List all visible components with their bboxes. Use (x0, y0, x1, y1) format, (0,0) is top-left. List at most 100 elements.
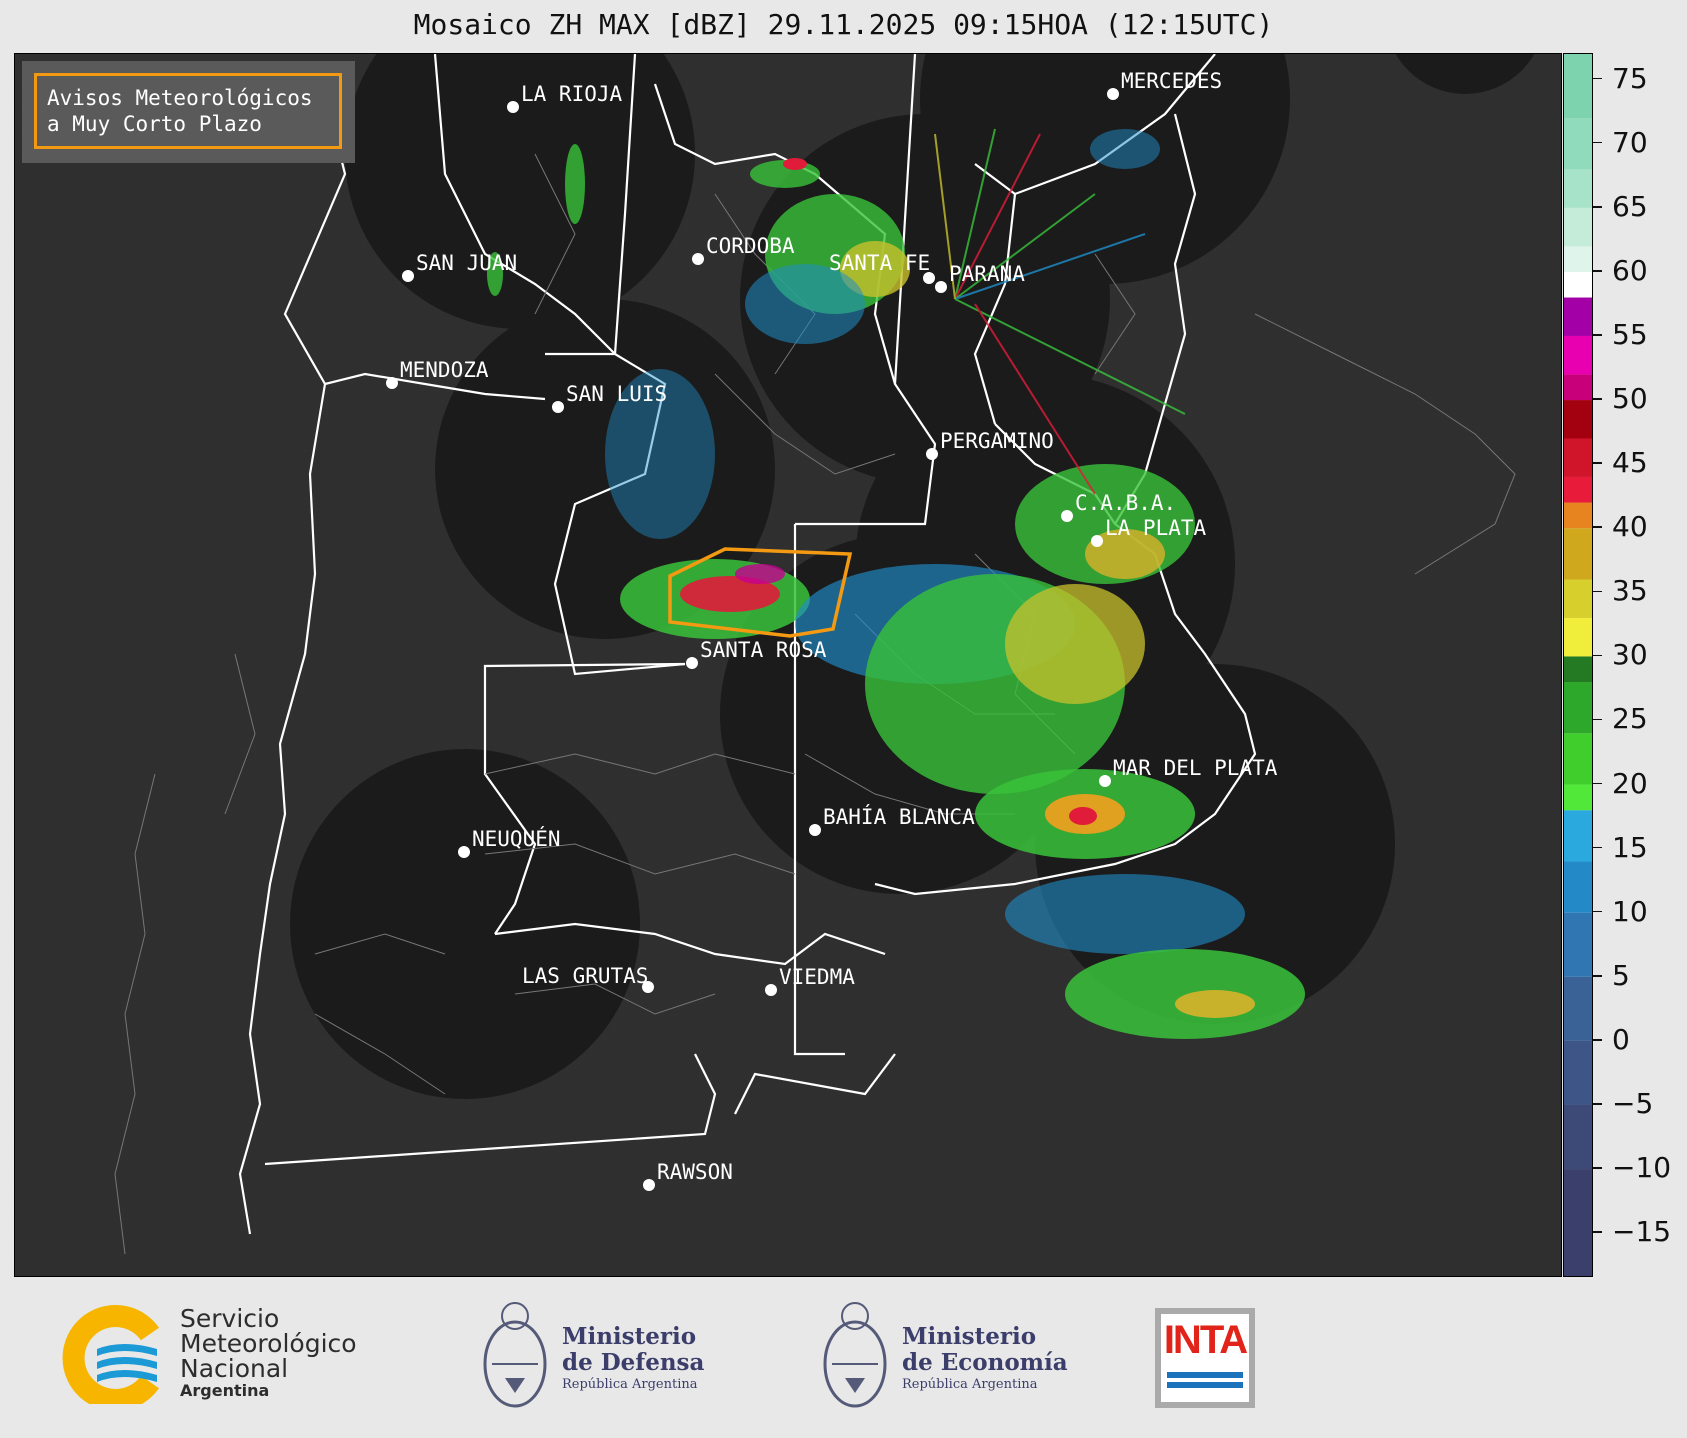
defensa-logo: Ministerio de Defensa República Argentin… (480, 1298, 720, 1418)
colorbar (1563, 53, 1593, 1277)
city-label: SAN JUAN (416, 251, 517, 275)
smn-line2: Meteorológico (180, 1329, 357, 1358)
colorbar-band (1564, 617, 1592, 657)
coat-of-arms-icon (483, 1302, 547, 1408)
city-label: SAN LUIS (566, 382, 667, 406)
city-marker[interactable] (926, 448, 938, 460)
city-label: RAWSON (657, 1160, 733, 1184)
colorbar-band (1564, 271, 1592, 298)
colorbar-tick-label: 0 (1612, 1022, 1630, 1056)
colorbar-tick-mark (1593, 1039, 1602, 1041)
city-label: LAS GRUTAS (522, 964, 648, 988)
radar-map[interactable]: LA RIOJA MERCEDES CORDOBA SAN JUAN SANTA FE P… (14, 53, 1562, 1277)
city-label: BAHÍA BLANCA (823, 804, 975, 829)
colorbar-band (1564, 528, 1592, 580)
colorbar-band (1564, 682, 1592, 734)
colorbar-tick-mark (1593, 654, 1602, 657)
colorbar-tick-label: 20 (1612, 766, 1648, 800)
colorbar-band (1564, 656, 1592, 683)
economia-line2: de Economía (902, 1349, 1068, 1376)
colorbar-band (1564, 476, 1592, 503)
economia-line1: Ministerio (902, 1323, 1037, 1350)
map-canvas[interactable]: LA RIOJA MERCEDES CORDOBA SAN JUAN SANTA FE P… (15, 54, 1562, 1277)
city-label: MENDOZA (400, 358, 489, 382)
city-marker[interactable] (643, 1179, 655, 1191)
colorbar-band (1564, 438, 1592, 477)
colorbar-tick-label: 35 (1612, 574, 1648, 608)
city-marker[interactable] (809, 824, 821, 836)
colorbar-band (1564, 1169, 1592, 1276)
colorbar-band (1564, 207, 1592, 247)
colorbar-tick-label: 65 (1612, 189, 1648, 223)
defensa-line1: Ministerio (562, 1323, 697, 1350)
colorbar-tick-mark (1593, 590, 1602, 593)
colorbar-band (1564, 1040, 1592, 1105)
colorbar-band (1564, 169, 1592, 208)
defensa-line3: República Argentina (562, 1377, 698, 1392)
city-marker[interactable] (1091, 535, 1103, 547)
colorbar-band (1564, 1104, 1592, 1170)
colorbar-band (1564, 502, 1592, 529)
city-label: LA PLATA (1105, 516, 1207, 540)
colorbar-band (1564, 733, 1592, 785)
colorbar-tick-label: 15 (1612, 830, 1648, 864)
colorbar-tick-mark (1593, 77, 1602, 80)
city-marker[interactable] (552, 401, 564, 413)
city-marker[interactable] (402, 270, 414, 282)
colorbar-band (1564, 784, 1592, 811)
inta-label: INTA (1163, 1318, 1248, 1362)
city-marker[interactable] (458, 846, 470, 858)
city-label: LA RIOJA (521, 82, 623, 106)
colorbar-tick-label: −10 (1612, 1151, 1672, 1185)
colorbar-band (1564, 335, 1592, 375)
defensa-line2: de Defensa (562, 1349, 705, 1376)
city-marker[interactable] (1099, 775, 1111, 787)
colorbar-tick-mark (1593, 910, 1602, 913)
city-marker[interactable] (692, 253, 704, 265)
colorbar-tick-mark (1593, 975, 1602, 977)
colorbar-tick-mark (1593, 462, 1602, 464)
colorbar-band (1564, 912, 1592, 977)
city-marker[interactable] (386, 377, 398, 389)
smn-emblem-icon (62, 1305, 160, 1404)
colorbar-tick-label: −5 (1612, 1086, 1654, 1120)
footer-logos: Servicio Meteorológico Nacional Argentin… (0, 1280, 1687, 1438)
colorbar-tick-mark (1593, 1103, 1602, 1105)
colorbar-tick-label: 70 (1612, 125, 1648, 159)
colorbar-band (1564, 976, 1592, 1041)
city-label: SANTA FE (829, 251, 930, 275)
colorbar-tick-mark (1593, 270, 1602, 272)
inta-logo: INTA (1155, 1308, 1255, 1408)
colorbar-band (1564, 579, 1592, 618)
page-title: Mosaico ZH MAX [dBZ] 29.11.2025 09:15HOA… (413, 8, 1274, 41)
colorbar-tick-label: 55 (1612, 317, 1648, 351)
colorbar-tick-mark (1593, 141, 1602, 144)
legend-line1: Avisos Meteorológicos (47, 86, 313, 110)
colorbar-tick-label: 5 (1612, 958, 1630, 992)
colorbar-tick-label: 30 (1612, 638, 1648, 672)
colorbar-tick-label: 25 (1612, 702, 1648, 736)
colorbar-tick-mark (1593, 1167, 1602, 1169)
colorbar-tick-mark (1593, 718, 1602, 721)
city-marker[interactable] (935, 281, 947, 293)
colorbar-tick-mark (1593, 206, 1602, 208)
legend-line2: a Muy Corto Plazo (47, 112, 262, 136)
colorbar-band (1564, 400, 1592, 439)
city-label: SANTA ROSA (700, 638, 827, 662)
city-marker[interactable] (686, 657, 698, 669)
smn-line3: Nacional (180, 1354, 289, 1383)
colorbar-tick-label: 60 (1612, 253, 1648, 287)
colorbar-tick-label: 45 (1612, 446, 1648, 480)
colorbar-band (1564, 54, 1592, 119)
city-marker[interactable] (1107, 88, 1119, 100)
economia-line3: República Argentina (902, 1377, 1038, 1392)
city-label: VIEDMA (779, 965, 855, 989)
colorbar-tick-label: 10 (1612, 894, 1648, 928)
colorbar-tick-mark (1593, 782, 1602, 785)
colorbar-band (1564, 246, 1592, 272)
city-marker[interactable] (507, 101, 519, 113)
city-marker[interactable] (765, 984, 777, 996)
city-marker[interactable] (1061, 510, 1073, 522)
coat-of-arms-icon (823, 1302, 887, 1408)
smn-logo: Servicio Meteorológico Nacional Argentin… (62, 1304, 372, 1404)
